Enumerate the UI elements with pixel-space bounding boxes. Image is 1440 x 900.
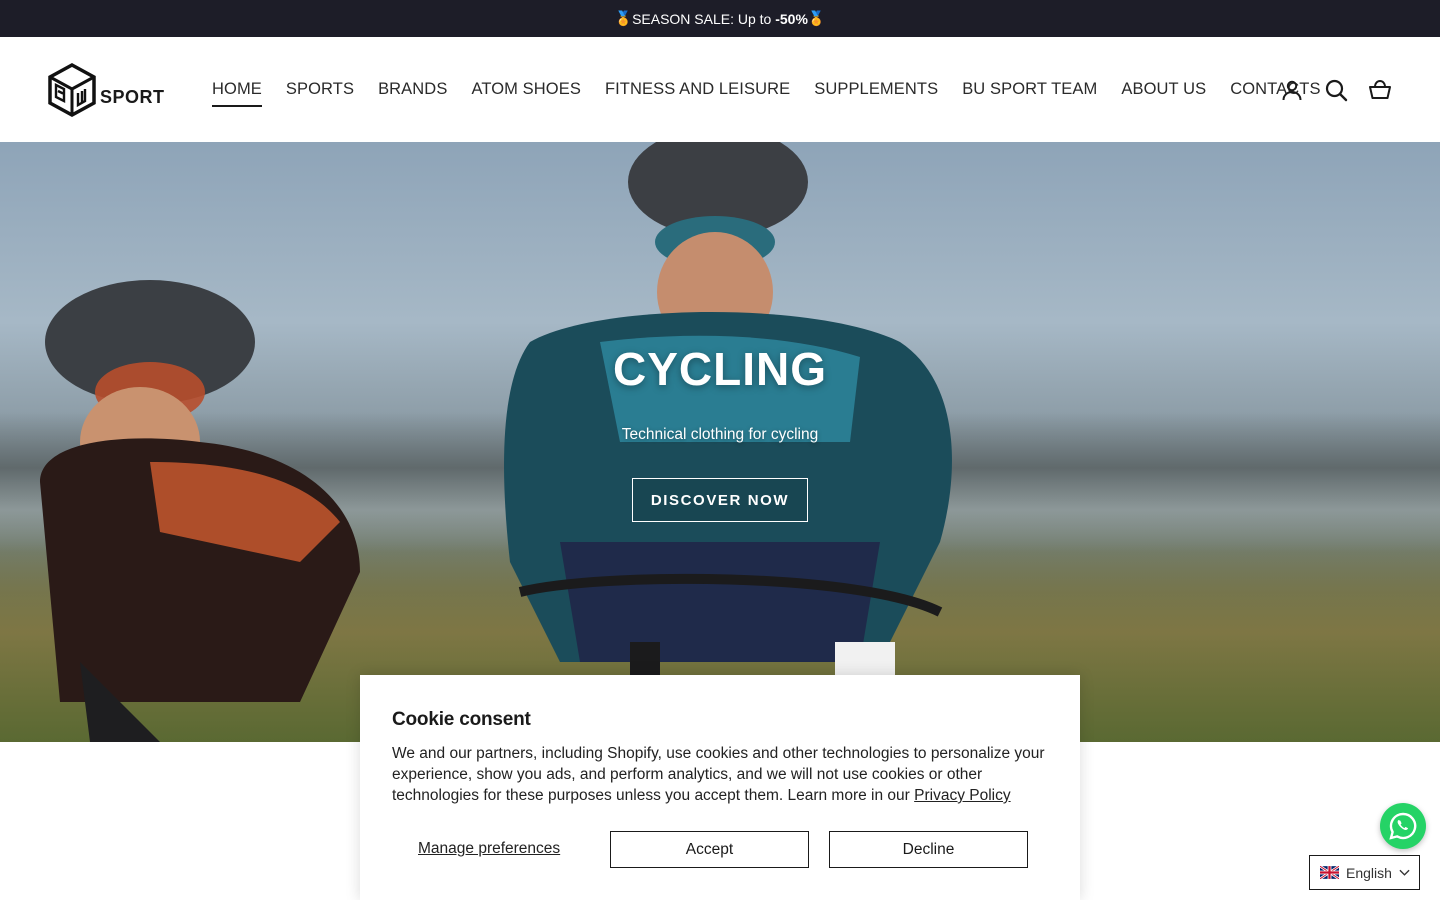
nav-about-us[interactable]: ABOUT US: [1121, 80, 1206, 99]
account-icon[interactable]: [1280, 78, 1304, 102]
chevron-down-icon: [1399, 869, 1410, 876]
accept-button[interactable]: Accept: [610, 831, 809, 868]
site-header: SPORT HOME SPORTS BRANDS ATOM SHOES FITN…: [0, 37, 1440, 142]
decline-button[interactable]: Decline: [829, 831, 1028, 868]
search-icon[interactable]: [1324, 78, 1348, 102]
whatsapp-icon: [1389, 812, 1417, 840]
cookie-consent-dialog: Cookie consent We and our partners, incl…: [360, 675, 1080, 900]
hero-title: CYCLING: [613, 343, 827, 395]
hero-banner: CYCLING Technical clothing for cycling D…: [0, 142, 1440, 742]
privacy-policy-link[interactable]: Privacy Policy: [914, 787, 1010, 804]
announcement-highlight: -50%: [775, 10, 808, 27]
main-nav: HOME SPORTS BRANDS ATOM SHOES FITNESS AN…: [212, 37, 1345, 142]
whatsapp-chat-button[interactable]: [1380, 803, 1426, 849]
cookie-title: Cookie consent: [392, 709, 531, 730]
discover-now-button[interactable]: DISCOVER NOW: [632, 478, 808, 522]
site-logo[interactable]: SPORT: [48, 62, 165, 117]
announcement-bar: 🏅 SEASON SALE: Up to -50% 🏅: [0, 0, 1440, 37]
nav-supplements[interactable]: SUPPLEMENTS: [814, 80, 938, 99]
language-label: English: [1346, 864, 1392, 881]
nav-sports[interactable]: SPORTS: [286, 80, 354, 99]
language-selector[interactable]: English: [1309, 855, 1420, 890]
medal-icon: 🏅: [807, 10, 826, 26]
announcement-text: SEASON SALE: Up to: [632, 10, 776, 27]
nav-fitness-and-leisure[interactable]: FITNESS AND LEISURE: [605, 80, 790, 99]
nav-home[interactable]: HOME: [212, 80, 262, 107]
uk-flag-icon: [1320, 866, 1339, 879]
manage-preferences-link[interactable]: Manage preferences: [418, 840, 560, 858]
cart-icon[interactable]: [1368, 78, 1392, 102]
nav-bu-sport-team[interactable]: BU SPORT TEAM: [962, 80, 1097, 99]
hero-subtitle: Technical clothing for cycling: [621, 426, 819, 443]
header-actions: [1280, 37, 1392, 142]
logo-mark: [48, 62, 96, 117]
cookie-actions: Manage preferences Accept Decline: [392, 831, 1028, 868]
hero-content: CYCLING Technical clothing for cycling D…: [0, 142, 1440, 742]
logo-text: SPORT: [100, 86, 165, 107]
nav-atom-shoes[interactable]: ATOM SHOES: [471, 80, 581, 99]
cookie-body: We and our partners, including Shopify, …: [392, 743, 1048, 806]
nav-brands[interactable]: BRANDS: [378, 80, 447, 99]
medal-icon: 🏅: [614, 10, 633, 26]
